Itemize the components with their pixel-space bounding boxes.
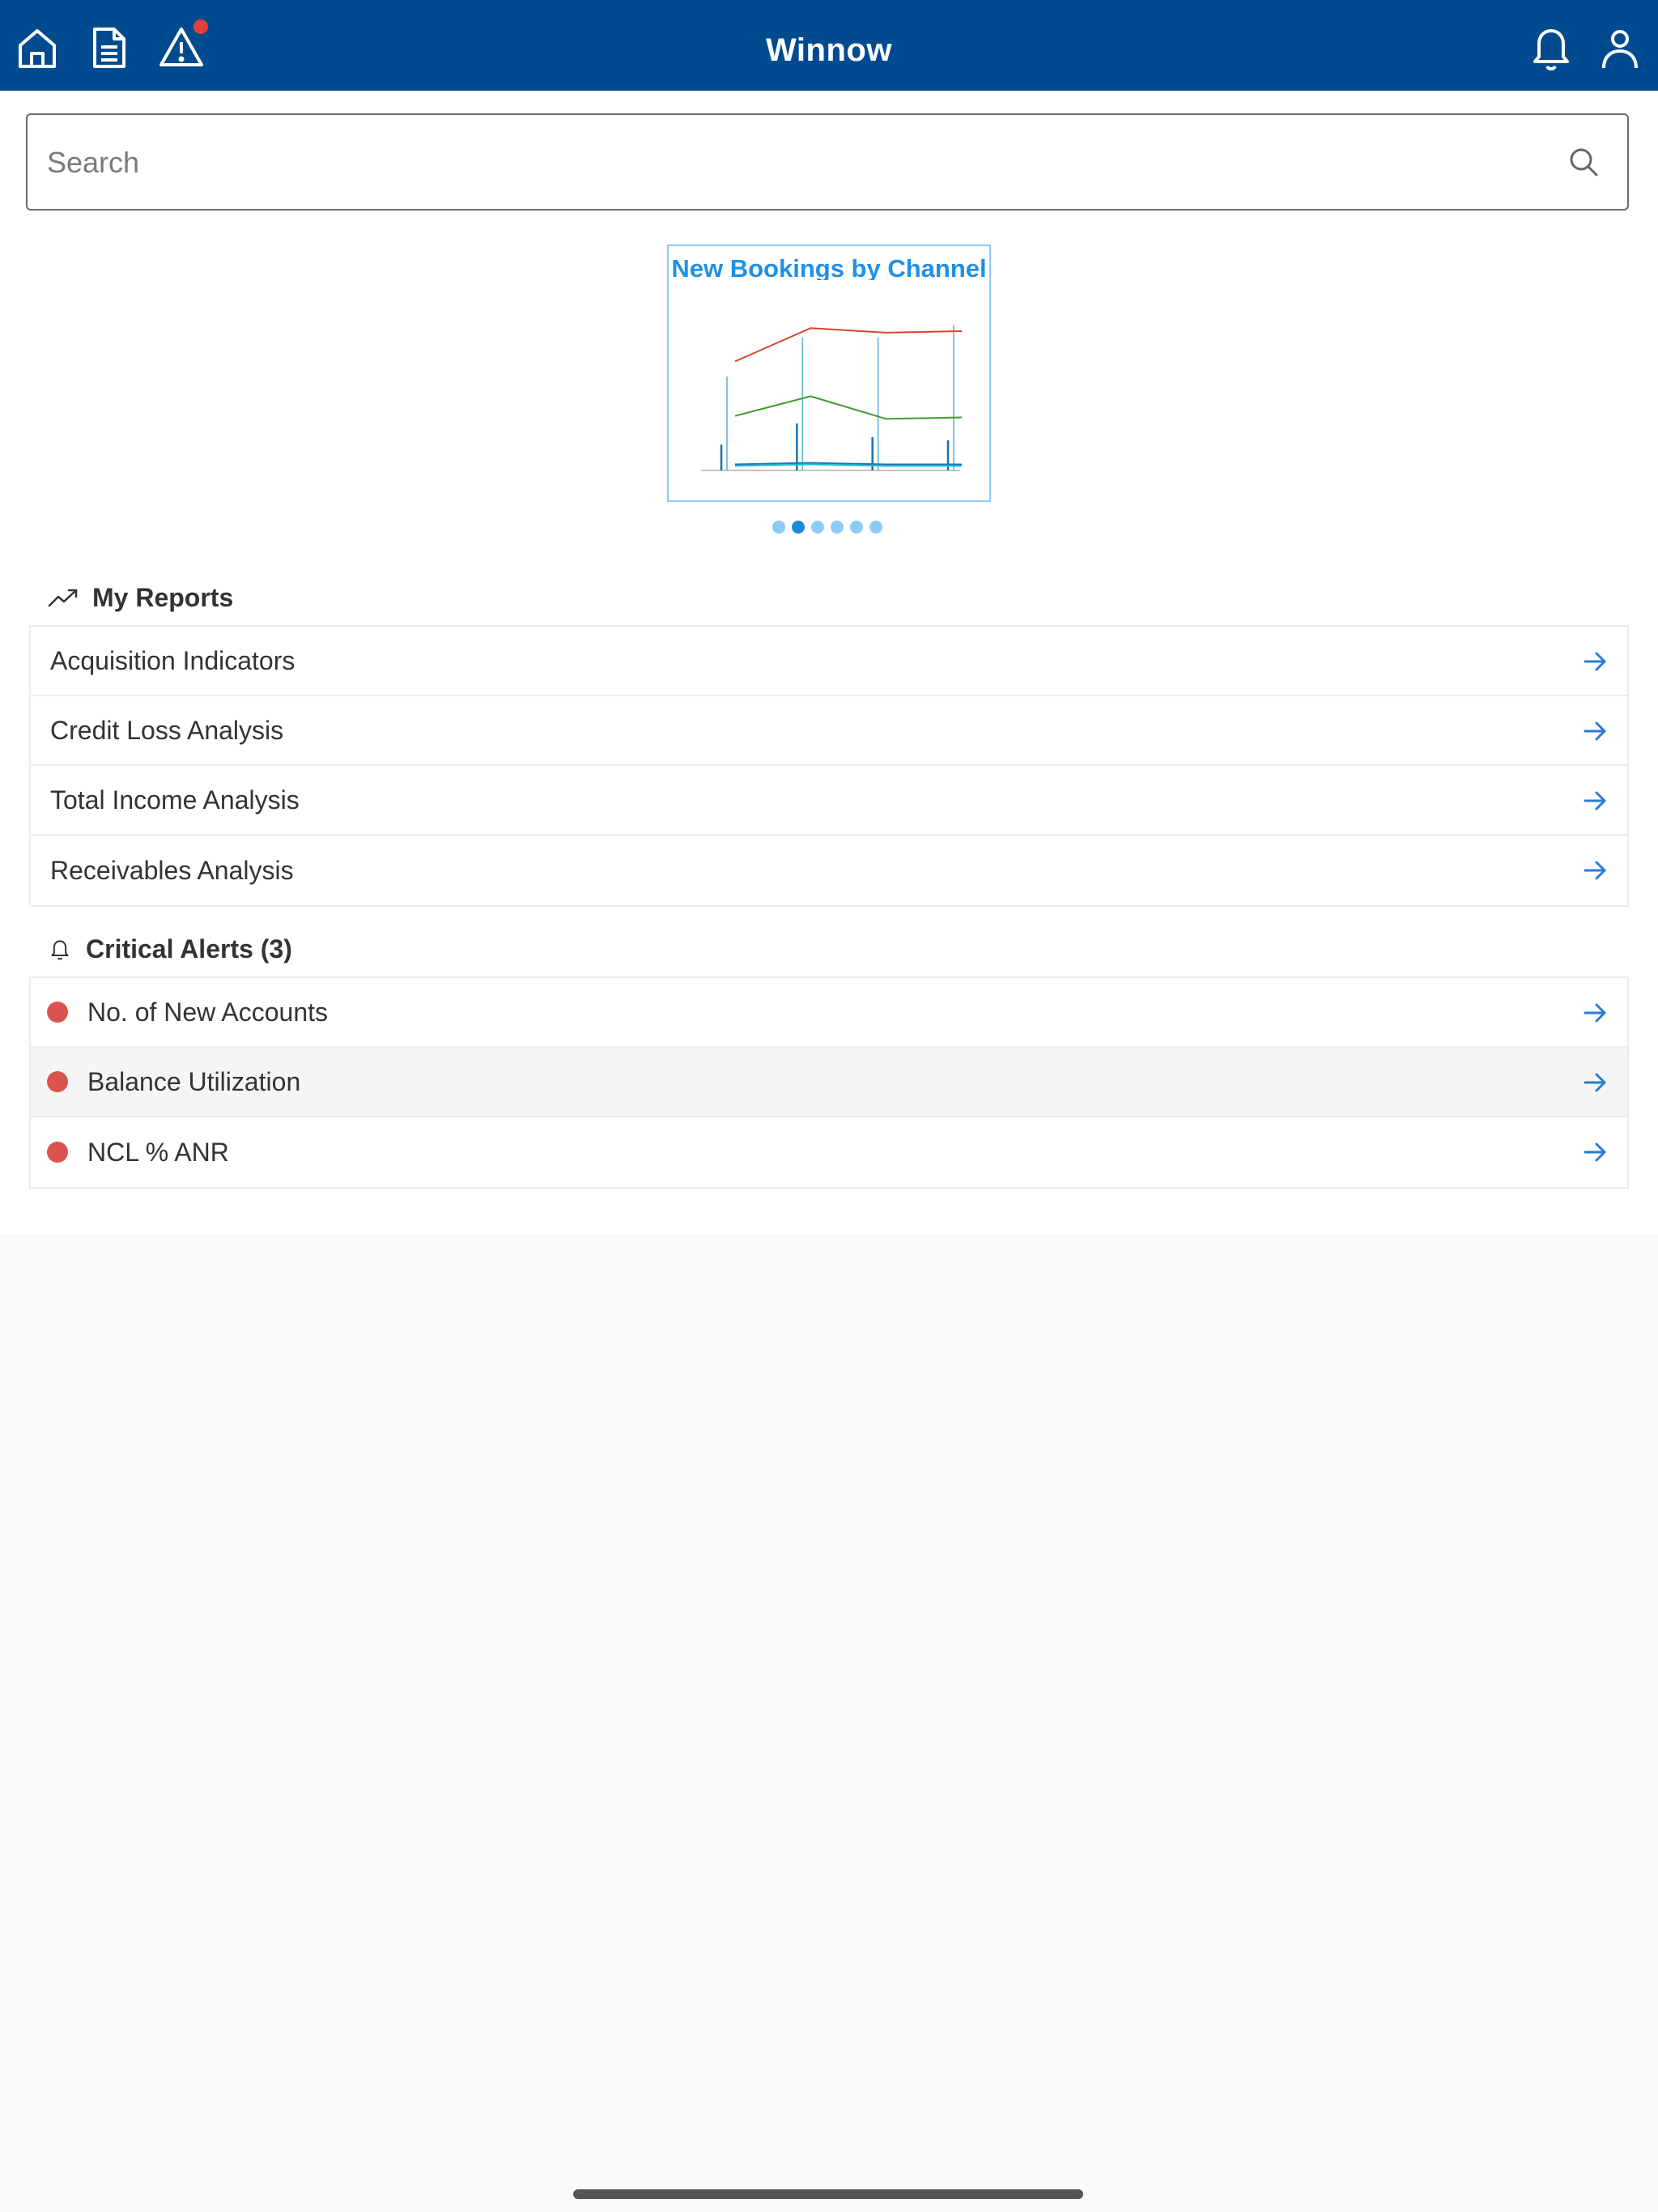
search-icon[interactable] bbox=[1567, 146, 1600, 178]
chart-series-line bbox=[734, 327, 963, 363]
alerts-list: No. of New Accounts Balance Utilization … bbox=[29, 976, 1629, 1189]
status-dot bbox=[47, 1002, 68, 1023]
chart-series-line bbox=[734, 395, 963, 420]
critical-alerts-title: Critical Alerts (3) bbox=[86, 934, 292, 963]
reports-list: Acquisition Indicators Credit Loss Analy… bbox=[29, 625, 1629, 907]
search-input[interactable] bbox=[45, 133, 1546, 193]
report-label: Total Income Analysis bbox=[50, 785, 300, 815]
report-item-credit-loss-analysis[interactable]: Credit Loss Analysis bbox=[31, 696, 1627, 766]
my-reports-title: My Reports bbox=[92, 582, 234, 612]
carousel-dot[interactable] bbox=[792, 521, 805, 534]
status-dot bbox=[47, 1142, 68, 1163]
report-label: Acquisition Indicators bbox=[50, 645, 295, 675]
chart-card[interactable]: New Bookings by Channel bbox=[667, 245, 991, 502]
carousel-dot[interactable] bbox=[772, 521, 785, 534]
status-dot bbox=[47, 1071, 68, 1092]
bell-icon[interactable] bbox=[1524, 21, 1578, 74]
app-title: Winnow bbox=[766, 32, 892, 68]
user-icon[interactable] bbox=[1593, 21, 1647, 74]
carousel-dot[interactable] bbox=[850, 521, 863, 534]
report-label: Credit Loss Analysis bbox=[50, 715, 284, 745]
arrow-right-icon[interactable] bbox=[1579, 997, 1611, 1029]
arrow-right-icon[interactable] bbox=[1579, 715, 1611, 747]
chart-series-line bbox=[734, 462, 962, 466]
carousel-dot[interactable] bbox=[811, 521, 824, 534]
report-item-total-income-analysis[interactable]: Total Income Analysis bbox=[31, 766, 1627, 836]
arrow-right-icon[interactable] bbox=[1579, 785, 1611, 817]
carousel-indicator bbox=[772, 521, 889, 534]
alert-label: No. of New Accounts bbox=[87, 997, 329, 1027]
search-bar bbox=[26, 113, 1629, 211]
my-reports-header: My Reports bbox=[47, 577, 233, 618]
report-label: Receivables Analysis bbox=[50, 855, 294, 885]
alert-label: NCL % ANR bbox=[87, 1137, 229, 1167]
home-indicator[interactable] bbox=[573, 2189, 1083, 2199]
arrow-right-icon[interactable] bbox=[1579, 1066, 1611, 1099]
report-item-receivables-analysis[interactable]: Receivables Analysis bbox=[31, 836, 1627, 905]
alert-item-ncl-anr[interactable]: NCL % ANR bbox=[31, 1117, 1627, 1187]
bell-icon bbox=[47, 936, 73, 962]
arrow-right-icon[interactable] bbox=[1579, 645, 1611, 678]
report-item-acquisition-indicators[interactable]: Acquisition Indicators bbox=[31, 627, 1627, 696]
alert-item-balance-utilization[interactable]: Balance Utilization bbox=[31, 1048, 1627, 1117]
trending-up-icon bbox=[47, 581, 79, 614]
chart-plot bbox=[701, 325, 963, 471]
carousel-dot[interactable] bbox=[831, 521, 844, 534]
arrow-right-icon[interactable] bbox=[1579, 1136, 1611, 1168]
alert-item-new-accounts[interactable]: No. of New Accounts bbox=[31, 978, 1627, 1048]
arrow-right-icon[interactable] bbox=[1579, 854, 1611, 887]
top-navigation-bar: Winnow bbox=[0, 0, 1658, 91]
carousel-dot[interactable] bbox=[869, 521, 882, 534]
critical-alerts-header: Critical Alerts (3) bbox=[47, 929, 292, 969]
alert-label: Balance Utilization bbox=[87, 1066, 301, 1096]
